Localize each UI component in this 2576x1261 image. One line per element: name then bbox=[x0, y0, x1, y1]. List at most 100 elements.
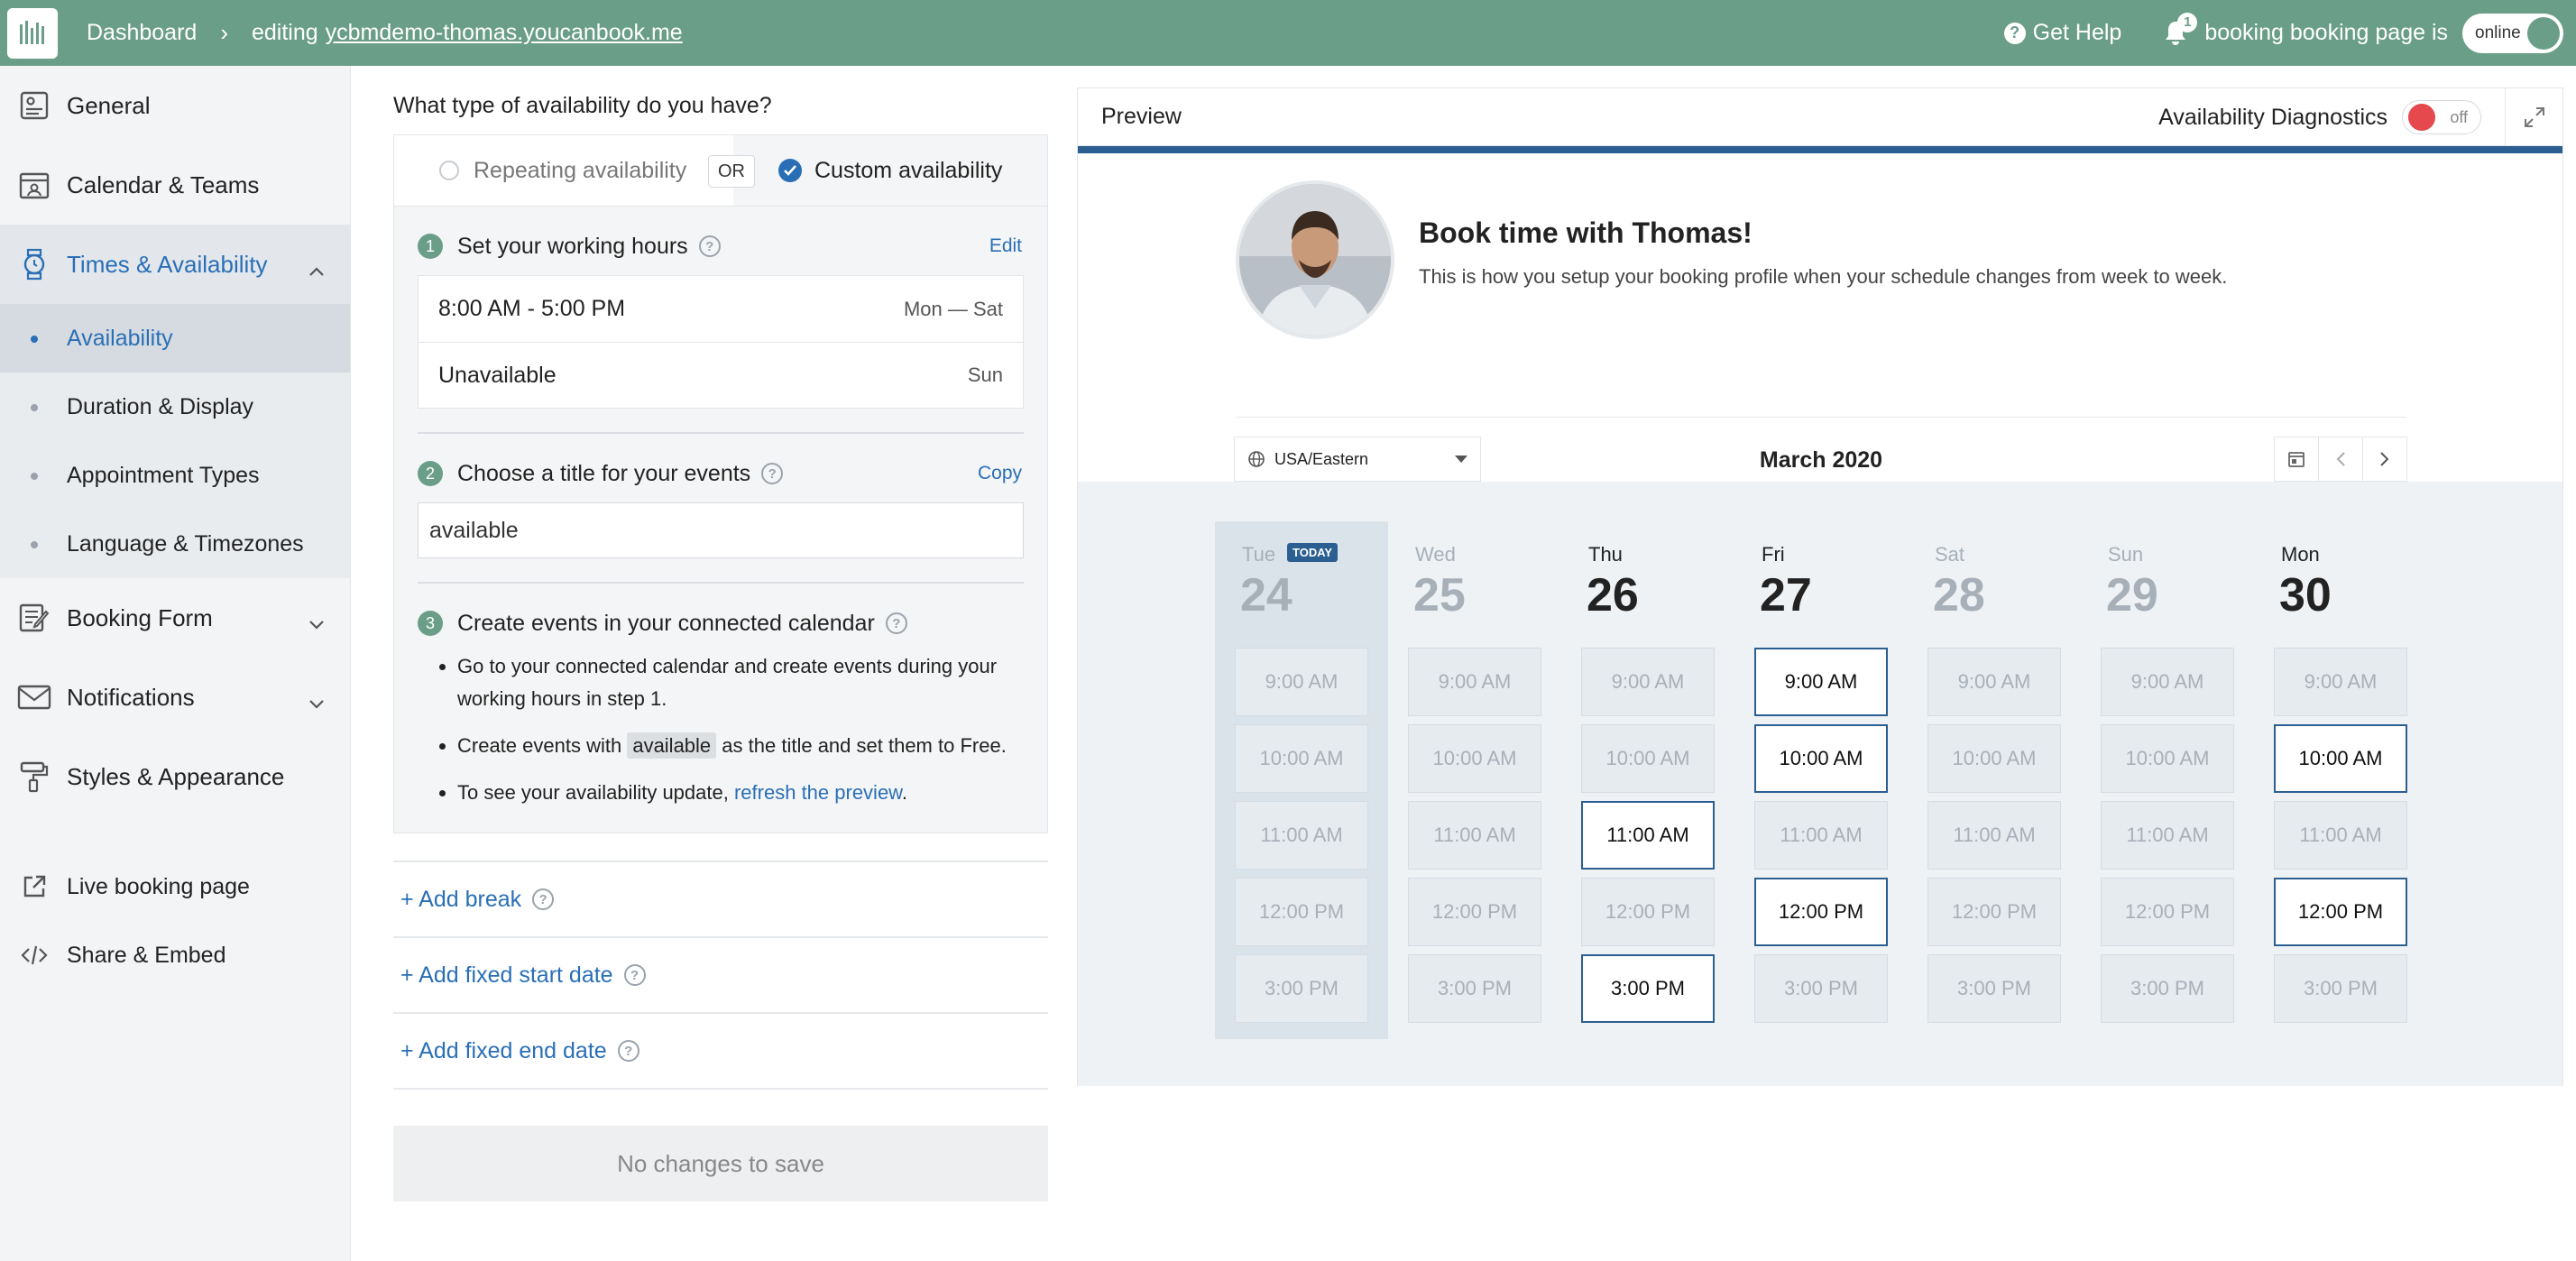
day-header: Sun 29 bbox=[2081, 521, 2254, 648]
time-slot-available[interactable]: 12:00 PM bbox=[1754, 878, 1888, 946]
help-circle-icon[interactable]: ? bbox=[761, 463, 784, 484]
repeating-availability-option[interactable]: Repeating availability bbox=[394, 135, 733, 206]
sidebar-subitem-appointment-types[interactable]: Appointment Types bbox=[0, 441, 350, 510]
toggle-state: off bbox=[2450, 107, 2468, 126]
add-start-date-link[interactable]: + Add fixed start date bbox=[400, 962, 613, 989]
sidebar-label: Share & Embed bbox=[67, 942, 226, 968]
preview-panel: Preview Availability Diagnostics off Boo… bbox=[1077, 87, 2563, 1086]
help-icon: ? bbox=[2003, 22, 2026, 44]
time-slot-unavailable: 10:00 AM bbox=[1235, 724, 1368, 793]
help-circle-icon[interactable]: ? bbox=[885, 612, 907, 634]
add-break-link[interactable]: + Add break bbox=[400, 887, 521, 913]
instructions-list: Go to your connected calendar and create… bbox=[418, 650, 1024, 809]
sidebar-label: General bbox=[67, 91, 151, 119]
breadcrumb-dashboard[interactable]: Dashboard bbox=[87, 20, 197, 46]
help-circle-icon[interactable]: ? bbox=[698, 235, 721, 257]
time-slot-unavailable: 12:00 PM bbox=[1581, 878, 1715, 946]
code-icon bbox=[16, 937, 52, 973]
hours-row: 8:00 AM - 5:00 PM Mon — Sat bbox=[419, 276, 1023, 342]
time-slot-available[interactable]: 12:00 PM bbox=[2274, 878, 2407, 946]
day-header: Thu 26 bbox=[1561, 521, 1734, 648]
online-toggle[interactable]: online bbox=[2462, 13, 2563, 53]
sidebar-item-notifications[interactable]: Notifications bbox=[0, 658, 350, 737]
step-title: Create events in your connected calendar bbox=[457, 610, 875, 636]
custom-availability-option[interactable]: Custom availability bbox=[733, 135, 1047, 206]
working-hours-list: 8:00 AM - 5:00 PM Mon — Sat Unavailable … bbox=[418, 275, 1024, 409]
help-circle-icon[interactable]: ? bbox=[617, 1040, 639, 1062]
time-slot-unavailable: 3:00 PM bbox=[1927, 954, 2061, 1023]
sidebar-item-live-booking-page[interactable]: Live booking page bbox=[0, 852, 350, 921]
time-slot-available[interactable]: 3:00 PM bbox=[1581, 954, 1715, 1023]
day-header: Mon 30 bbox=[2254, 521, 2427, 648]
time-slot-available[interactable]: 11:00 AM bbox=[1581, 801, 1715, 870]
day-of-week: Mon bbox=[2281, 543, 2320, 566]
help-circle-icon[interactable]: ? bbox=[532, 888, 555, 910]
paint-roller-icon bbox=[16, 759, 52, 795]
step-title: Choose a title for your events bbox=[457, 460, 751, 486]
step-number: 3 bbox=[418, 611, 443, 636]
time-slot-unavailable: 3:00 PM bbox=[1235, 954, 1368, 1023]
sidebar-label: Calendar & Teams bbox=[67, 170, 260, 198]
custom-label: Custom availability bbox=[814, 157, 1003, 183]
chevron-left-icon[interactable] bbox=[2318, 437, 2363, 482]
sidebar-subitem-availability[interactable]: Availability bbox=[0, 304, 350, 373]
check-circle-icon[interactable] bbox=[778, 159, 802, 182]
refresh-preview-link[interactable]: refresh the preview bbox=[734, 781, 902, 804]
day-column: Thu 26 9:00 AM 10:00 AM 11:00 AM 12:00 PM 3:00… bbox=[1561, 521, 1734, 1031]
sidebar-item-times-availability[interactable]: Times & Availability bbox=[0, 225, 350, 304]
sidebar-item-share-embed[interactable]: Share & Embed bbox=[0, 921, 350, 989]
time-slot-available[interactable]: 9:00 AM bbox=[1754, 648, 1888, 716]
event-title-input[interactable]: available bbox=[418, 502, 1024, 558]
chevron-right-icon[interactable] bbox=[2362, 437, 2407, 482]
times-submenu: Availability Duration & Display Appointm… bbox=[0, 304, 350, 578]
form-icon bbox=[16, 600, 52, 636]
step-2-header: 2 Choose a title for your events ? Copy bbox=[418, 454, 1024, 493]
time-slot-unavailable: 10:00 AM bbox=[1927, 724, 2061, 793]
add-start-date-row: + Add fixed start date ? bbox=[393, 938, 1048, 1014]
step-1-header: 1 Set your working hours ? Edit bbox=[418, 226, 1024, 266]
availability-type-selector: Repeating availability OR Custom availab… bbox=[393, 134, 1048, 207]
copy-title-link[interactable]: Copy bbox=[978, 463, 1022, 484]
sidebar-label: Booking Form bbox=[67, 603, 213, 631]
chevron-right-icon: › bbox=[220, 19, 228, 46]
get-help-button[interactable]: ? Get Help bbox=[2003, 20, 2121, 46]
time-slot-available[interactable]: 10:00 AM bbox=[1754, 724, 1888, 793]
chevron-up-icon bbox=[308, 255, 325, 283]
sidebar-item-styles-appearance[interactable]: Styles & Appearance bbox=[0, 737, 350, 816]
sidebar-item-booking-form[interactable]: Booking Form bbox=[0, 578, 350, 658]
top-bar: Dashboard › editing ycbmdemo-thomas.youca… bbox=[0, 0, 2576, 66]
sidebar-subitem-duration-display[interactable]: Duration & Display bbox=[0, 373, 350, 441]
sidebar-item-calendar-teams[interactable]: Calendar & Teams bbox=[0, 145, 350, 225]
expand-icon[interactable] bbox=[2505, 88, 2562, 146]
add-end-date-row: + Add fixed end date ? bbox=[393, 1014, 1048, 1090]
time-slot-unavailable: 3:00 PM bbox=[2274, 954, 2407, 1023]
booking-page-link[interactable]: ycbmdemo-thomas.youcanbook.me bbox=[326, 20, 683, 45]
app-logo-icon[interactable] bbox=[7, 7, 58, 59]
radio-unchecked-icon[interactable] bbox=[439, 161, 459, 180]
sidebar-subitem-language-timezones[interactable]: Language & Timezones bbox=[0, 510, 350, 578]
time-slot-unavailable: 11:00 AM bbox=[1754, 801, 1888, 870]
add-end-date-link[interactable]: + Add fixed end date bbox=[400, 1038, 607, 1064]
calendar-icon[interactable] bbox=[2274, 437, 2319, 482]
day-header: Fri 27 bbox=[1734, 521, 1908, 648]
breadcrumb-editing: editing ycbmdemo-thomas.youcanbook.me bbox=[252, 20, 683, 46]
sidebar-label: Notifications bbox=[67, 683, 195, 711]
day-number: 29 bbox=[2106, 569, 2158, 621]
instruction-text: . bbox=[1000, 734, 1007, 757]
help-circle-icon[interactable]: ? bbox=[623, 964, 646, 986]
time-slot-unavailable: 12:00 PM bbox=[1235, 878, 1368, 946]
edit-hours-link[interactable]: Edit bbox=[989, 235, 1022, 257]
instruction-text: as the title and set them to bbox=[722, 734, 955, 757]
bell-icon[interactable]: 1 bbox=[2163, 12, 2198, 47]
diagnostics-toggle[interactable]: off bbox=[2402, 100, 2481, 134]
day-of-week: Sat bbox=[1935, 543, 1965, 566]
repeating-label: Repeating availability bbox=[474, 157, 687, 183]
day-column: Sun 29 9:00 AM 10:00 AM 11:00 AM 12:00 PM 3:00… bbox=[2081, 521, 2254, 1031]
days-value: Mon — Sat bbox=[903, 297, 1003, 320]
time-slot-unavailable: 12:00 PM bbox=[1927, 878, 2061, 946]
sidebar-item-general[interactable]: General bbox=[0, 66, 350, 145]
extra-options: + Add break ? + Add fixed start date ? +… bbox=[393, 861, 1048, 1090]
save-button[interactable]: No changes to save bbox=[393, 1126, 1048, 1201]
time-slot-available[interactable]: 10:00 AM bbox=[2274, 724, 2407, 793]
day-header: Tue TODAY 24 bbox=[1215, 521, 1388, 648]
